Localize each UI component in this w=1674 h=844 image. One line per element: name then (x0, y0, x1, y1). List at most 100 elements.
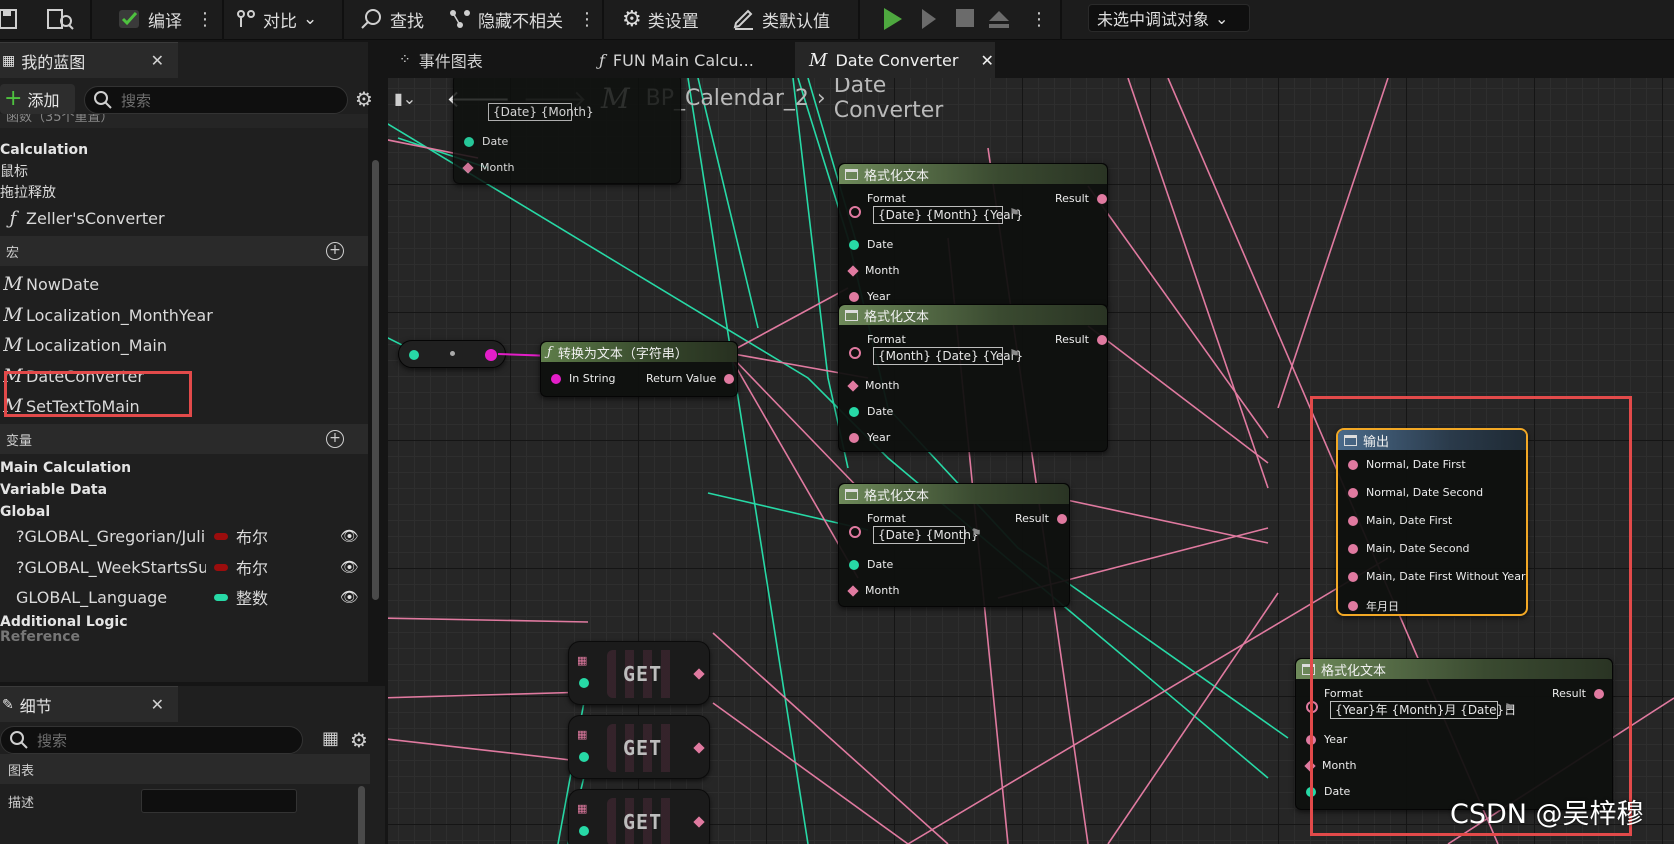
flag-icon[interactable]: ⚑ (1009, 206, 1020, 220)
array-pin-icon[interactable]: ▦ (577, 728, 587, 741)
macro-item-nowdate[interactable]: M NowDate (0, 270, 350, 298)
debug-object-select[interactable]: 未选中调试对象 ⌄ (1088, 4, 1250, 32)
format-text-node-1[interactable]: 格式化文本 Format {Date} {Month} {Year} ⚑ Res… (838, 163, 1108, 311)
scrollbar[interactable] (372, 160, 379, 600)
step-icon[interactable] (922, 9, 936, 29)
variable-item[interactable]: ?GLOBAL_Gregorian/Juli 布尔 👁 (0, 522, 368, 550)
reroute-node[interactable] (398, 340, 506, 368)
close-icon[interactable]: ✕ (151, 51, 164, 70)
blueprint-search-input[interactable]: 搜索 (84, 86, 348, 114)
class-defaults-button[interactable]: 类默认值 (732, 4, 830, 34)
settings-gear-icon[interactable]: ⚙ (355, 87, 373, 111)
text-pin-icon[interactable] (693, 816, 705, 828)
compile-options-icon[interactable]: ⋮ (196, 6, 214, 34)
details-tab[interactable]: ✎ 细节 ✕ (0, 686, 178, 722)
hide-unrelated-button[interactable]: 隐藏不相关 (448, 4, 563, 34)
format-pin-icon[interactable] (849, 526, 861, 538)
add-variable-icon[interactable]: + (326, 430, 344, 448)
tab-event-graph[interactable]: ⁘ 事件图表 (385, 42, 575, 78)
function-item[interactable]: 拖拉释放 (0, 178, 350, 206)
pin-in-string[interactable]: In String (551, 372, 616, 385)
flag-icon[interactable]: ⚑ (1009, 347, 1020, 361)
get-node[interactable]: ▦ GET (568, 715, 710, 779)
browse-icon[interactable] (46, 4, 74, 34)
pin-date[interactable]: Date (464, 135, 508, 148)
int-pin-icon[interactable] (579, 678, 589, 688)
pin-month[interactable]: Month (847, 584, 899, 597)
pin-return-value[interactable]: Return Value (646, 372, 735, 385)
format-value[interactable]: {Date} {Month} (873, 526, 979, 544)
class-settings-button[interactable]: ⚙ 类设置 (622, 4, 699, 34)
format-value[interactable]: {Date} {Month} (488, 103, 594, 121)
macros-category[interactable]: 宏 + (0, 236, 368, 266)
settings-gear-icon[interactable]: ⚙ (350, 728, 368, 752)
function-item-zellers[interactable]: ƒ Zeller'sConverter (0, 204, 350, 232)
format-pin-icon[interactable] (849, 206, 861, 218)
blueprint-graph[interactable]: ▮⌄ 🡐 🡒 M BP_Calendar_2 › Date Converter … (388, 78, 1674, 844)
get-node[interactable]: ▦ GET (568, 789, 710, 844)
add-macro-icon[interactable]: + (326, 242, 344, 260)
eye-icon[interactable]: 👁 (340, 527, 359, 545)
node-title: 格式化文本 (864, 488, 930, 504)
variable-group[interactable]: Reference (0, 630, 350, 644)
play-options-icon[interactable]: ⋮ (1030, 6, 1048, 34)
hide-options-icon[interactable]: ⋮ (578, 6, 596, 34)
variable-type: 布尔 (236, 528, 269, 547)
pin-year[interactable]: Year (849, 431, 890, 444)
eye-icon[interactable]: 👁 (340, 558, 359, 576)
get-node[interactable]: ▦ GET (568, 641, 710, 705)
text-pin-icon[interactable] (693, 668, 705, 680)
int-pin-icon[interactable] (579, 826, 589, 836)
stop-icon[interactable] (956, 9, 974, 27)
format-value[interactable]: {Month} {Date} {Year} (873, 347, 1023, 365)
pin-result[interactable]: Result (1055, 333, 1107, 346)
pin-date[interactable]: Date (849, 558, 893, 571)
eye-icon[interactable]: 👁 (340, 588, 359, 606)
text-pin-icon[interactable] (693, 742, 705, 754)
tab-fun-main-calc[interactable]: ƒ FUN Main Calcu... (585, 42, 775, 78)
flag-icon[interactable]: ⚑ (971, 526, 982, 540)
macro-item-localization-main[interactable]: M Localization_Main (0, 331, 350, 359)
pin-year[interactable]: Year (849, 290, 890, 303)
find-button[interactable]: 查找 (360, 4, 424, 34)
pin-date[interactable]: Date (849, 405, 893, 418)
format-pin-icon[interactable] (849, 347, 861, 359)
variable-item[interactable]: ?GLOBAL_WeekStartsSu 布尔 👁 (0, 553, 368, 581)
diff-button[interactable]: 对比 ⌄ (235, 4, 317, 34)
close-icon[interactable]: ✕ (980, 51, 993, 70)
format-text-node-partial[interactable]: {Date} {Month} Date Month (453, 78, 681, 184)
variable-item[interactable]: GLOBAL_Language 整数 👁 (0, 583, 368, 611)
pin-month[interactable]: Month (847, 379, 899, 392)
format-value[interactable]: {Date} {Month} {Year} (873, 206, 1023, 224)
table-view-icon[interactable]: ▦ (322, 728, 339, 749)
pin-label: Format (867, 192, 906, 205)
bookmark-icon[interactable]: ▮⌄ (394, 89, 416, 108)
tab-date-converter[interactable]: M Date Converter ✕ (795, 42, 995, 78)
pin-month[interactable]: Month (462, 161, 514, 174)
pin-date[interactable]: Date (849, 238, 893, 251)
graph-section-header[interactable]: 图表 (0, 754, 370, 784)
pin-month[interactable]: Month (847, 264, 899, 277)
format-text-node-2[interactable]: 格式化文本 Format {Month} {Date} {Year} ⚑ Res… (838, 304, 1108, 452)
details-search-input[interactable]: 搜索 (0, 726, 303, 754)
node-header: 格式化文本 (839, 305, 1107, 325)
to-text-string-node[interactable]: ƒ 转换为文本（字符串） In String Return Value (540, 341, 738, 397)
description-input[interactable] (141, 789, 297, 813)
pin-result[interactable]: Result (1015, 512, 1067, 525)
close-icon[interactable]: ✕ (151, 695, 164, 714)
variables-category[interactable]: 变量 + (0, 424, 368, 454)
pin-result[interactable]: Result (1055, 192, 1107, 205)
array-pin-icon[interactable]: ▦ (577, 654, 587, 667)
compile-button[interactable]: 编译 (118, 4, 182, 34)
my-blueprint-tab[interactable]: ▦ 我的蓝图 ✕ (0, 42, 178, 78)
save-icon[interactable] (0, 4, 20, 34)
add-button[interactable]: + 添加 (0, 84, 75, 114)
int-pin-icon[interactable] (579, 752, 589, 762)
play-icon[interactable] (884, 8, 902, 30)
eject-icon[interactable] (988, 9, 1010, 29)
functions-category[interactable]: 函数（35个重置） (0, 114, 368, 128)
format-text-node-3[interactable]: 格式化文本 Format {Date} {Month} ⚑ Result Dat… (838, 483, 1070, 607)
macro-item-localization-monthyear[interactable]: M Localization_MonthYear (0, 301, 350, 329)
array-pin-icon[interactable]: ▦ (577, 802, 587, 815)
scrollbar[interactable] (358, 786, 365, 844)
